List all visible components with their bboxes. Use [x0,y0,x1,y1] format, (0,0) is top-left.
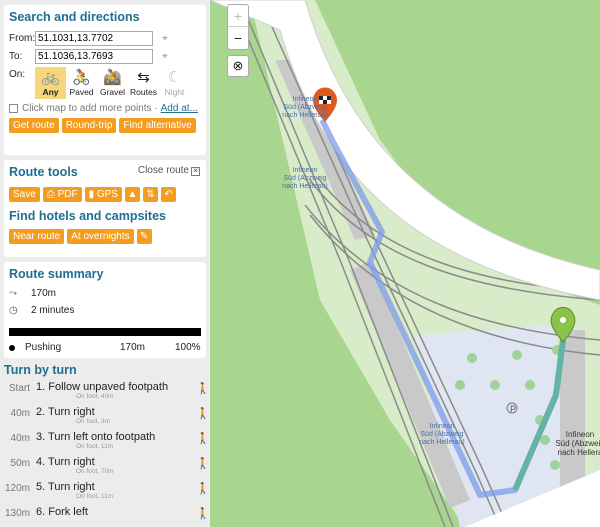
summary-time: ◷ 2 minutes [9,305,75,316]
pedestrian-icon: 🚶 [196,383,210,395]
route-type-selector: On: 🚲 Any 🚴 Paved 🚵 Gravel ⇆ Routes ☾ Ni… [9,67,201,99]
to-row: To: ⌖ [9,48,201,65]
stop-label-4-line-2: Süd (Abzweig [555,439,600,448]
pedestrian-icon: 🚶 [196,508,210,520]
stop-label-2-line-2: Süd (Abzweig [283,175,326,182]
pedestrian-icon: 🚶 [196,483,210,495]
moon-icon: ☾ [167,69,182,86]
stop-label-2-line-1: Infineon [293,167,318,174]
stop-label-2-line-3: nach Hellerau) [282,183,328,190]
bike-icon: 🚲 [41,69,60,86]
stop-label-1-line-2: Süd (Abzweig [283,104,326,111]
surface-legend: Pushing 170m 100% [9,342,201,353]
map-canvas[interactable]: Infineon Süd (Abzweig nach Hellerau) Inf… [210,0,600,527]
summary-distance: ⤳ 170m [9,288,57,299]
at-overnights-button[interactable]: At overnights [67,229,134,244]
search-buttons: Get route Round-trip Find alternative [9,118,201,133]
zoom-control: + − [227,4,249,50]
elevation-button[interactable]: ▲ [124,187,140,202]
turn-row[interactable]: 130m 6. Fork left 🚶 [0,506,210,527]
summary-title: Route summary [9,267,104,281]
stop-label-3-line-3: nach Hellerau) [419,439,465,446]
route-icon: ⤳ [9,288,17,299]
stop-label-4-line-1: Infineon [566,430,594,439]
crosshair-icon[interactable]: ⌖ [159,51,171,63]
bed-button[interactable]: ✎ [136,229,152,244]
turn-list: Start 1. Follow unpaved footpath On foot,… [0,381,210,527]
gravel-bike-icon: 🚵 [103,69,122,86]
on-label: On: [9,69,26,80]
road-bike-icon: 🚴 [72,69,91,86]
swap-icon: ⇅ [146,189,155,200]
signpost-icon: ⇆ [137,69,150,86]
legend-dot [9,344,15,351]
summary-panel: Route summary ⤳ 170m ◷ 2 minutes Pushing… [4,262,206,358]
to-input[interactable] [35,49,153,64]
stop-label-3-line-1: Infineon [430,423,455,430]
hotels-title: Find hotels and campsites [9,209,166,223]
type-night[interactable]: ☾ Night [159,67,190,99]
reverse-button[interactable]: ⇅ [142,187,158,202]
route-tools-panel: Route tools Close route ✕ Save ⎙ PDF ▮ GP… [4,160,206,257]
near-route-button[interactable]: Near route [9,229,65,244]
turn-row[interactable]: 40m 2. Turn right On foot, 3m 🚶 [0,406,210,431]
from-input[interactable] [35,31,153,46]
click-map-label: Click map to add more points · [22,103,158,114]
printer-icon: ⎙ [46,189,58,200]
route-tool-buttons: Save ⎙ PDF ▮ GPS ▲ ⇅ ↶ [9,187,201,202]
to-label: To: [9,51,23,62]
surface-bar [9,328,201,336]
save-button[interactable]: Save [9,187,40,202]
zoom-in-button[interactable]: + [228,5,248,27]
type-paved[interactable]: 🚴 Paved [66,67,97,99]
stop-label-1-line-1: Infineon [293,96,318,103]
add-at-link[interactable]: Add at... [161,103,198,114]
pedestrian-icon: 🚶 [196,433,210,445]
pedestrian-icon: 🚶 [196,458,210,470]
stop-label-4-line-3: nach Hellera [558,448,600,457]
round-trip-button[interactable]: Round-trip [61,118,117,133]
close-icon: ✕ [191,167,200,176]
search-title: Search and directions [9,10,140,24]
search-panel: Search and directions From: ⌖ To: ⌖ On: … [4,5,206,155]
sidebar: Search and directions From: ⌖ To: ⌖ On: … [0,0,210,527]
turn-row[interactable]: 50m 4. Turn right On foot, 70m 🚶 [0,456,210,481]
clock-icon: ◷ [9,305,18,316]
from-label: From: [9,33,36,44]
type-gravel[interactable]: 🚵 Gravel [97,67,128,99]
mountain-icon: ▲ [127,189,138,200]
gps-button[interactable]: ▮ GPS [84,187,122,202]
turns-title: Turn by turn [4,363,77,377]
cancel-location-button[interactable]: ⊗ [227,55,249,77]
turn-row[interactable]: 120m 5. Turn right On foot, 11m 🚶 [0,481,210,506]
bed-icon: ✎ [139,231,149,242]
type-any[interactable]: 🚲 Any [35,67,66,99]
type-routes[interactable]: ⇆ Routes [128,67,159,99]
crosshair-icon[interactable]: ⌖ [159,33,171,45]
stop-label-3-line-2: Süd (Abzweig [420,431,463,438]
undo-button[interactable]: ↶ [160,187,176,202]
stop-label-1-line-3: nach Hellerau) [282,112,328,119]
close-route-button[interactable]: Close route ✕ [138,165,200,176]
from-row: From: ⌖ [9,30,201,47]
turn-row[interactable]: 40m 3. Turn left onto footpath On foot, 1… [0,431,210,456]
hotel-buttons: Near route At overnights ✎ [9,229,201,244]
pdf-button[interactable]: ⎙ PDF [42,187,82,202]
click-map-checkbox[interactable] [9,104,18,113]
find-alternative-button[interactable]: Find alternative [119,118,196,133]
undo-icon: ↶ [164,189,173,200]
gps-device-icon: ▮ [88,189,97,200]
get-route-button[interactable]: Get route [9,118,59,133]
zoom-out-button[interactable]: − [228,27,248,49]
map[interactable]: Infineon Süd (Abzweig nach Hellerau) Inf… [210,0,600,527]
turn-row[interactable]: Start 1. Follow unpaved footpath On foot,… [0,381,210,406]
cancel-icon: ⊗ [232,58,244,73]
click-map-option[interactable]: Click map to add more points · Add at... [9,103,201,114]
pedestrian-icon: 🚶 [196,408,210,420]
